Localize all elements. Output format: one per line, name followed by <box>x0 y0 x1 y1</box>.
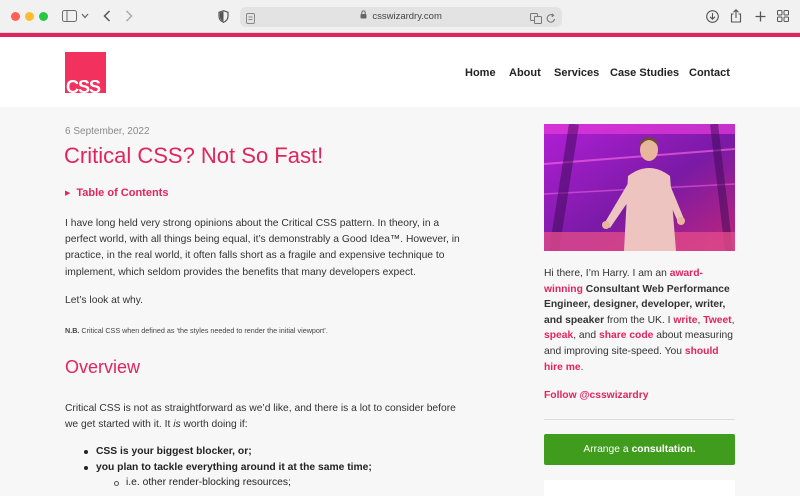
page-title: Critical CSS? Not So Fast! <box>64 143 324 168</box>
bio-text: , <box>697 314 701 326</box>
browser-toolbar: csswizardry.com <box>0 0 800 33</box>
bio-text: Hi there, I’m Harry. I am an <box>544 268 667 279</box>
url-text: csswizardry.com <box>372 11 442 22</box>
bio-text: , and <box>573 330 597 342</box>
nav-contact[interactable]: Contact <box>689 67 730 79</box>
sub-list-item: i.e. other render-blocking resources; <box>126 477 291 488</box>
chevron-down-icon[interactable] <box>80 6 90 26</box>
nb-note: N.B. Critical CSS when defined as ‘the s… <box>65 326 328 335</box>
sub-bullet-ring <box>114 481 119 486</box>
minimize-window-button[interactable] <box>25 12 34 21</box>
follow-twitter-link[interactable]: Follow @csswizardry <box>544 390 648 401</box>
cta-emphasis: consultation. <box>631 444 696 455</box>
maximize-window-button[interactable] <box>39 12 48 21</box>
nb-label: N.B. <box>65 326 80 335</box>
nav-home[interactable]: Home <box>465 67 496 79</box>
reload-icon[interactable] <box>546 11 556 29</box>
write-link[interactable]: write <box>673 315 697 326</box>
site-logo[interactable]: CSS <box>65 52 106 93</box>
sidebar-divider <box>544 419 735 420</box>
close-window-button[interactable] <box>11 12 20 21</box>
cta-text: Arrange a <box>583 444 629 455</box>
overview-paragraph: Critical CSS is not as straightforward a… <box>65 401 467 433</box>
bullet-dot <box>84 450 88 454</box>
author-bio: Hi there, I’m Harry. I am an award-winni… <box>544 266 739 375</box>
author-photo <box>544 124 735 251</box>
privacy-shield-icon[interactable] <box>216 6 230 26</box>
overview-text-2: worth doing if: <box>183 419 248 431</box>
logo-text: CSS <box>66 77 101 93</box>
disclosure-triangle-icon: ▶ <box>65 190 71 197</box>
arrange-consultation-button[interactable]: Arrange a consultation. <box>544 434 735 465</box>
toc-label: Table of Contents <box>76 187 169 199</box>
tweet-link[interactable]: Tweet <box>703 315 731 326</box>
bio-text: . <box>580 361 584 373</box>
sidebar-toggle-icon[interactable] <box>60 6 78 26</box>
bio-text: from the UK. I <box>606 314 671 326</box>
post-date: 6 September, 2022 <box>65 126 150 137</box>
lets-look-paragraph: Let’s look at why. <box>65 295 144 306</box>
nav-case-studies[interactable]: Case Studies <box>610 67 679 79</box>
address-bar[interactable]: csswizardry.com <box>240 7 562 27</box>
overview-text-1: Critical CSS is not as straightforward a… <box>65 403 456 431</box>
downloads-icon[interactable] <box>704 6 720 26</box>
new-tab-icon[interactable] <box>752 6 768 26</box>
list-item: CSS is your biggest blocker, or; <box>96 446 252 457</box>
site-header: CSS Home About Services Case Studies Con… <box>0 37 800 107</box>
nb-text: Critical CSS when defined as ‘the styles… <box>81 326 328 335</box>
table-of-contents-toggle[interactable]: ▶ Table of Contents <box>65 187 168 199</box>
back-icon[interactable] <box>100 6 114 26</box>
lock-icon <box>360 10 369 21</box>
nav-about[interactable]: About <box>509 67 541 79</box>
forward-icon[interactable] <box>122 6 136 26</box>
bio-text: , <box>731 314 735 326</box>
translate-icon[interactable] <box>530 11 542 29</box>
bullet-dot <box>84 466 88 470</box>
intro-paragraph: I have long held very strong opinions ab… <box>65 218 460 278</box>
share-code-link[interactable]: share code <box>599 330 653 341</box>
tab-overview-icon[interactable] <box>775 6 791 26</box>
overview-emphasis: is <box>173 419 181 431</box>
list-item: you plan to tackle everything around it … <box>96 462 372 473</box>
overview-heading: Overview <box>65 357 141 377</box>
share-icon[interactable] <box>728 6 744 26</box>
speak-link[interactable]: speak <box>544 330 573 341</box>
nav-services[interactable]: Services <box>554 67 599 79</box>
sidebar-card <box>544 480 735 496</box>
